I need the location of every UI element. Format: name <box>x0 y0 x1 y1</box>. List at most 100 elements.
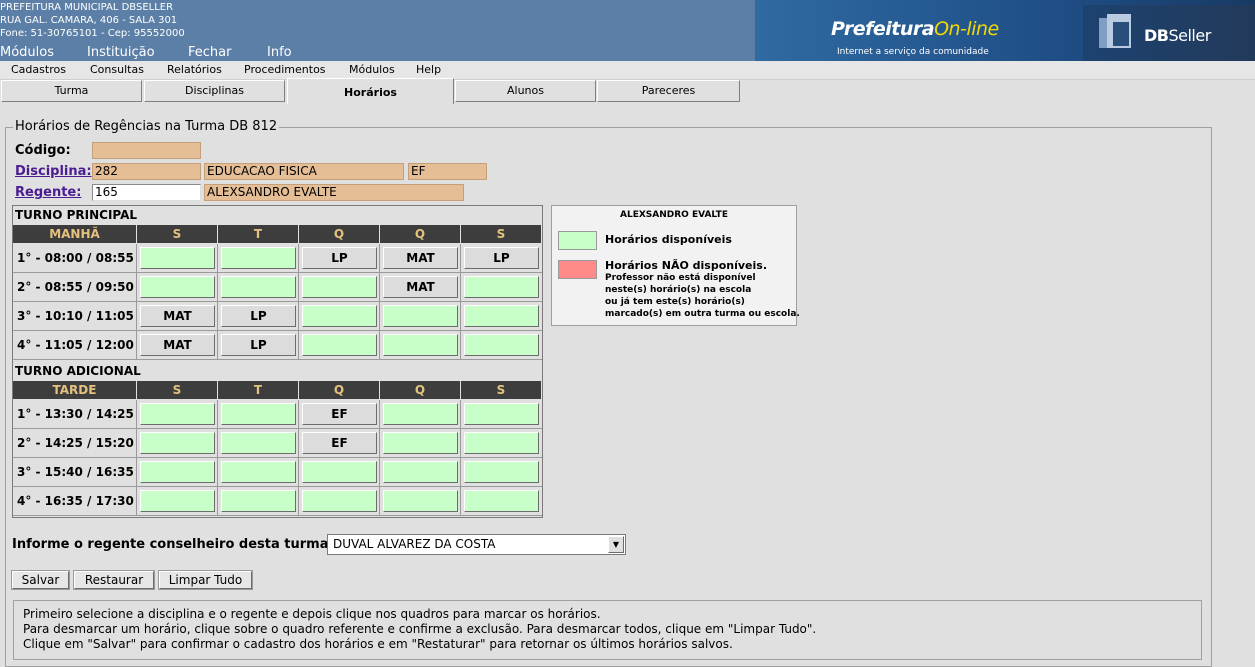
schedule-slot-available[interactable] <box>383 403 458 425</box>
menu-cadastros[interactable]: Cadastros <box>11 63 66 76</box>
schedule-slot-assigned[interactable]: MAT <box>140 305 215 327</box>
codigo-field <box>92 142 201 159</box>
restore-button[interactable]: Restaurar <box>73 570 155 590</box>
disciplina-abbr-field: EF <box>408 163 487 180</box>
codigo-label: Código: <box>15 143 71 158</box>
day-header: Q <box>299 381 379 399</box>
schedule-slot-assigned[interactable]: EF <box>302 403 377 425</box>
unavailable-label: Horários NÃO disponíveis. <box>605 259 767 272</box>
menubar: Cadastros Consultas Relatórios Procedime… <box>0 61 1255 80</box>
menu-modulos[interactable]: Módulos <box>349 63 395 76</box>
legend-teacher-name: ALEXSANDRO EVALTE <box>620 210 728 220</box>
schedule-slot-available[interactable] <box>221 490 296 512</box>
period-time-label: 1° - 08:00 / 08:55 <box>17 251 134 265</box>
schedule-slot-available[interactable] <box>302 490 377 512</box>
schedule-slot-assigned[interactable]: MAT <box>140 334 215 356</box>
schedule-slot-assigned[interactable]: MAT <box>383 276 458 298</box>
schedule-slot-available[interactable] <box>140 247 215 269</box>
schedule-slot-available[interactable] <box>302 276 377 298</box>
menu-procedimentos[interactable]: Procedimentos <box>244 63 326 76</box>
regente-link[interactable]: Regente: <box>15 185 81 200</box>
schedule-slot-available[interactable] <box>140 403 215 425</box>
tab-pareceres[interactable]: Pareceres <box>597 80 740 102</box>
schedule-slot-available[interactable] <box>383 490 458 512</box>
tab-turma[interactable]: Turma <box>1 80 142 102</box>
day-header: Q <box>380 225 460 243</box>
schedule-slot-assigned[interactable]: LP <box>464 247 539 269</box>
clear-all-button[interactable]: Limpar Tudo <box>158 570 253 590</box>
disciplina-name-field: EDUCACAO FISICA <box>204 163 404 180</box>
schedule-slot-assigned[interactable]: LP <box>302 247 377 269</box>
unavailable-note: ou já tem este(s) horário(s) <box>605 297 745 307</box>
schedule-slot-assigned[interactable]: EF <box>302 432 377 454</box>
schedule-slot-available[interactable] <box>383 432 458 454</box>
conselheiro-label: Informe o regente conselheiro desta turm… <box>12 537 334 552</box>
column-divider <box>136 244 137 360</box>
menu-help[interactable]: Help <box>416 63 441 76</box>
row-divider <box>13 359 542 360</box>
schedule-slot-available[interactable] <box>140 432 215 454</box>
schedule-slot-available[interactable] <box>221 247 296 269</box>
column-divider <box>379 244 380 360</box>
period-time-label: 3° - 10:10 / 11:05 <box>17 309 134 323</box>
disciplina-code-field: 282 <box>92 163 201 180</box>
org-address: RUA GAL. CAMARA, 406 - SALA 301 <box>0 15 178 26</box>
app-header: PREFEITURA MUNICIPAL DBSELLER RUA GAL. C… <box>0 0 1255 61</box>
period-time-label: 2° - 08:55 / 09:50 <box>17 280 134 294</box>
schedule-slot-available[interactable] <box>302 305 377 327</box>
schedule-slot-available[interactable] <box>383 461 458 483</box>
schedule-slot-available[interactable] <box>464 305 539 327</box>
logo-area: PrefeituraOn-line Internet a serviço da … <box>755 0 1255 61</box>
help-line: Para desmarcar um horário, clique sobre … <box>23 622 817 636</box>
principal-period-header: MANHÃ <box>13 225 136 243</box>
column-divider <box>460 400 461 516</box>
unavailable-swatch <box>558 260 597 279</box>
unavailable-note: neste(s) horário(s) na escola <box>605 285 752 295</box>
unavailable-note: marcado(s) em outra turma ou escola. <box>605 309 800 319</box>
tab-horarios[interactable]: Horários <box>287 78 454 104</box>
schedule-slot-available[interactable] <box>221 276 296 298</box>
schedule-slot-assigned[interactable]: LP <box>221 305 296 327</box>
form-legend: Horários de Regências na Turma DB 812 <box>13 119 280 134</box>
schedule-slot-available[interactable] <box>140 490 215 512</box>
schedule-slot-available[interactable] <box>464 490 539 512</box>
tab-alunos[interactable]: Alunos <box>455 80 596 102</box>
schedule-slot-available[interactable] <box>302 461 377 483</box>
menu-consultas[interactable]: Consultas <box>90 63 144 76</box>
schedule-slot-available[interactable] <box>464 403 539 425</box>
regente-name-field: ALEXSANDRO EVALTE <box>204 184 464 201</box>
schedule-slot-available[interactable] <box>383 305 458 327</box>
top-menu-info[interactable]: Info <box>267 45 292 60</box>
schedule-slot-available[interactable] <box>464 334 539 356</box>
schedule-slot-available[interactable] <box>221 432 296 454</box>
schedule-grid: TURNO PRINCIPAL MANHÃ S T Q Q S 1° - 08:00 / … <box>12 205 543 518</box>
day-header: S <box>461 381 541 399</box>
top-menu-instituicao[interactable]: Instituição <box>87 45 155 60</box>
disciplina-link[interactable]: Disciplina: <box>15 164 92 179</box>
schedule-slot-available[interactable] <box>140 461 215 483</box>
schedule-slot-available[interactable] <box>464 461 539 483</box>
available-swatch <box>558 231 597 250</box>
top-menu-modulos[interactable]: Módulos <box>0 45 54 60</box>
tab-disciplinas[interactable]: Disciplinas <box>144 80 285 102</box>
menu-relatorios[interactable]: Relatórios <box>167 63 222 76</box>
chevron-down-icon[interactable]: ▼ <box>608 536 624 553</box>
schedule-slot-available[interactable] <box>302 334 377 356</box>
save-button[interactable]: Salvar <box>11 570 70 590</box>
top-menu-fechar[interactable]: Fechar <box>188 45 231 60</box>
schedule-slot-available[interactable] <box>464 432 539 454</box>
schedule-slot-available[interactable] <box>383 334 458 356</box>
schedule-slot-available[interactable] <box>140 276 215 298</box>
schedule-slot-available[interactable] <box>221 461 296 483</box>
column-divider <box>298 400 299 516</box>
schedule-slot-assigned[interactable]: LP <box>221 334 296 356</box>
schedule-slot-available[interactable] <box>464 276 539 298</box>
period-time-label: 4° - 16:35 / 17:30 <box>17 494 134 508</box>
help-line: Clique em "Salvar" para confirmar o cada… <box>23 637 733 651</box>
availability-legend: ALEXSANDRO EVALTE Horários disponíveis H… <box>551 205 800 326</box>
regente-code-input[interactable]: 165 <box>92 184 201 201</box>
period-time-label: 3° - 15:40 / 16:35 <box>17 465 134 479</box>
schedule-slot-available[interactable] <box>221 403 296 425</box>
conselheiro-select[interactable]: DUVAL ALVAREZ DA COSTA ▼ <box>327 534 626 555</box>
schedule-slot-assigned[interactable]: MAT <box>383 247 458 269</box>
